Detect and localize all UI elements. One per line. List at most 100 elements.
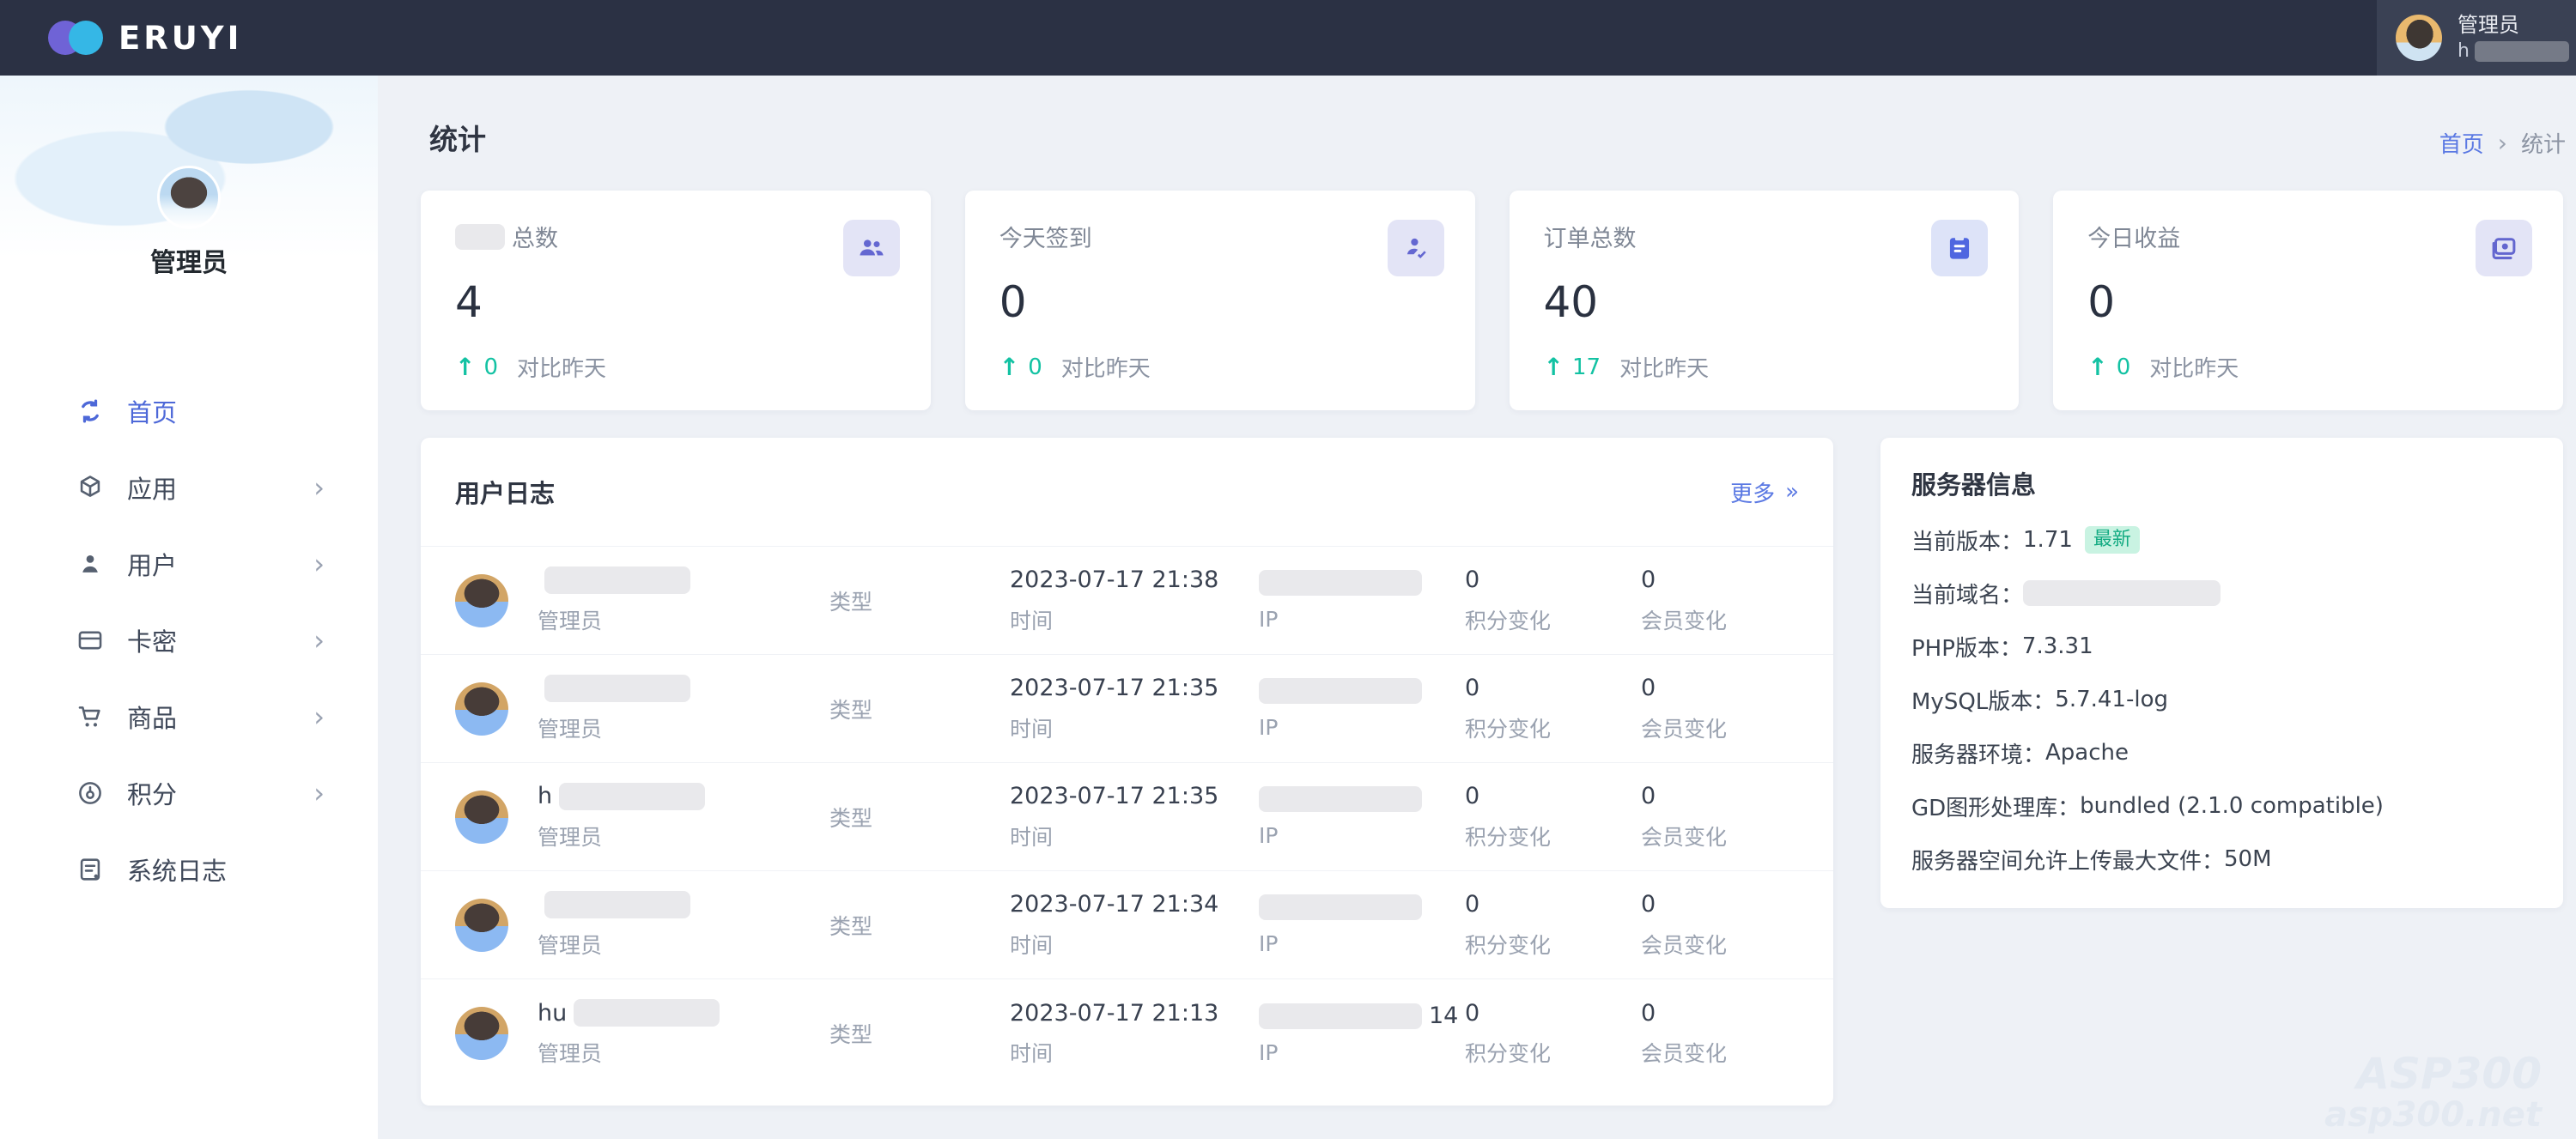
col-label-member: 会员变化 (1641, 604, 1799, 635)
breadcrumb-home-link[interactable]: 首页 (2439, 127, 2484, 159)
watermark-line2: asp300.net (2324, 1096, 2542, 1134)
row-username-redacted (544, 566, 690, 594)
sidebar-item-apps[interactable]: 应用 › (0, 449, 378, 525)
col-label-points: 积分变化 (1465, 604, 1641, 635)
server-info-title: 服务器信息 (1911, 465, 2532, 501)
log-document-icon (76, 855, 105, 884)
server-info-card: 服务器信息 当前版本： 1.71 最新 当前域名： PHP版本： 7.3.31 … (1880, 438, 2563, 908)
row-points-change: 0 (1465, 675, 1641, 702)
income-icon (2476, 220, 2532, 276)
server-info-row-gd: GD图形处理库： bundled (2.1.0 compatible) (1911, 779, 2532, 833)
sidebar-item-label: 商品 (127, 699, 177, 735)
brand-logo-icon (48, 19, 105, 57)
sidebar-item-cardkeys[interactable]: 卡密 › (0, 602, 378, 678)
row-role: 管理员 (538, 712, 829, 743)
stat-compare-label: 对比昨天 (1061, 351, 1151, 383)
server-info-row-domain: 当前域名： (1911, 566, 2532, 620)
stat-compare-label: 对比昨天 (1619, 351, 1709, 383)
col-label-time: 时间 (1010, 1037, 1259, 1068)
row-avatar (455, 1007, 508, 1060)
sidebar-item-users[interactable]: 用户 › (0, 525, 378, 602)
up-arrow-icon: ↑ (455, 353, 475, 381)
latest-badge: 最新 (2085, 526, 2140, 554)
sidebar-item-label: 卡密 (127, 622, 177, 658)
col-label-time: 时间 (1010, 929, 1259, 960)
brand-name: ERUYI (118, 20, 242, 57)
home-refresh-icon (76, 397, 105, 426)
header-user-menu[interactable]: 管理员 h (2377, 0, 2576, 76)
stat-cards-row: 总数 4 ↑ 0 对比昨天 今天签到 0 (421, 191, 2563, 410)
server-info-row-version: 当前版本： 1.71 最新 (1911, 513, 2532, 566)
col-label-type: 类型 (829, 694, 1010, 724)
coin-icon (76, 779, 105, 808)
watermark: ASP300 asp300.net (2324, 1051, 2542, 1134)
card-icon (76, 626, 105, 655)
sidebar-item-home[interactable]: 首页 (0, 373, 378, 449)
watermark-line1: ASP300 (2324, 1051, 2542, 1096)
more-label: 更多 (1730, 476, 1775, 508)
sidebar-item-points[interactable]: 积分 › (0, 754, 378, 831)
row-points-change: 0 (1465, 783, 1641, 810)
orders-icon (1931, 220, 1988, 276)
row-ip-redacted (1259, 786, 1422, 812)
server-info-row-env: 服务器环境： Apache (1911, 726, 2532, 779)
sidebar-item-label: 应用 (127, 470, 177, 506)
row-points-change: 0 (1465, 566, 1641, 594)
row-ip-suffix: 14 (1429, 1003, 1458, 1029)
stat-card-total: 总数 4 ↑ 0 对比昨天 (421, 191, 931, 410)
sidebar-profile-avatar (157, 166, 221, 229)
col-label-points: 积分变化 (1465, 712, 1641, 743)
row-member-change: 0 (1641, 675, 1799, 702)
stat-card-title: 今日收益 (2087, 220, 2529, 253)
breadcrumb: 首页 › 统计 (2439, 127, 2566, 159)
col-label-points: 积分变化 (1465, 929, 1641, 960)
user-log-row: 管理员 类型 2023-07-17 21:35时间 IP 0积分变化 0会员变化 (421, 655, 1833, 763)
sidebar-item-system-log[interactable]: 系统日志 (0, 831, 378, 907)
row-role: 管理员 (538, 929, 829, 960)
server-info-row-upload: 服务器空间允许上传最大文件： 50M (1911, 833, 2532, 886)
row-points-change: 0 (1465, 999, 1641, 1027)
sidebar-item-label: 用户 (127, 546, 177, 582)
stat-delta: 0 (2117, 354, 2131, 380)
sidebar-item-label: 系统日志 (127, 851, 227, 888)
chevron-right-icon: › (313, 627, 325, 654)
user-icon (76, 549, 105, 579)
row-role: 管理员 (538, 1037, 829, 1068)
stat-card-title: 订单总数 (1544, 220, 1985, 253)
row-username-redacted (544, 891, 690, 918)
row-ip-redacted (1259, 894, 1422, 920)
breadcrumb-current: 统计 (2521, 127, 2566, 159)
double-chevron-right-icon: » (1785, 479, 1799, 505)
row-member-change: 0 (1641, 783, 1799, 810)
brand-logo[interactable]: ERUYI (48, 19, 242, 57)
row-username-redacted (544, 675, 690, 702)
stat-card-title: 总数 (512, 220, 558, 253)
stat-card-orders: 订单总数 40 ↑ 17 对比昨天 (1510, 191, 2020, 410)
row-username-prefix: hu (538, 1000, 567, 1027)
col-label-member: 会员变化 (1641, 929, 1799, 960)
col-label-ip: IP (1259, 715, 1465, 740)
col-label-member: 会员变化 (1641, 821, 1799, 851)
stat-compare-label: 对比昨天 (517, 351, 606, 383)
stat-compare-label: 对比昨天 (2149, 351, 2239, 383)
col-label-time: 时间 (1010, 712, 1259, 743)
row-member-change: 0 (1641, 999, 1799, 1027)
chevron-right-icon: › (313, 550, 325, 578)
sidebar-item-products[interactable]: 商品 › (0, 678, 378, 754)
col-label-points: 积分变化 (1465, 1037, 1641, 1068)
up-arrow-icon: ↑ (1544, 353, 1564, 381)
sidebar-profile-name: 管理员 (0, 241, 378, 279)
row-avatar (455, 574, 508, 627)
user-log-more-link[interactable]: 更多 » (1730, 476, 1799, 508)
row-time: 2023-07-17 21:35 (1010, 783, 1259, 810)
stat-card-signins: 今天签到 0 ↑ 0 对比昨天 (965, 191, 1475, 410)
row-points-change: 0 (1465, 891, 1641, 918)
chevron-right-icon: › (313, 779, 325, 807)
stat-card-income: 今日收益 0 ↑ 0 对比昨天 (2053, 191, 2563, 410)
row-username-prefix: h (538, 783, 552, 809)
col-label-ip: IP (1259, 823, 1465, 848)
row-avatar (455, 682, 508, 736)
sidebar-item-label: 积分 (127, 775, 177, 811)
row-time: 2023-07-17 21:34 (1010, 891, 1259, 918)
admin-dashboard: ERUYI 管理员 h 管理员 (0, 0, 2576, 1139)
